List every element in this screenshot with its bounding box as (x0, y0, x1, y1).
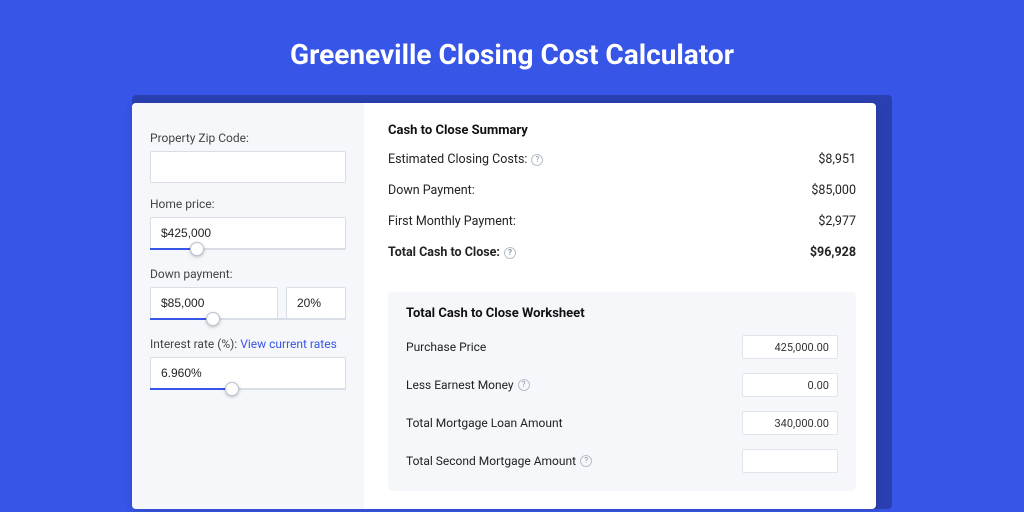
worksheet-row-purchase-price: Purchase Price 425,000.00 (406, 335, 838, 359)
summary-total-label: Total Cash to Close: (388, 245, 500, 260)
worksheet-row-value[interactable]: 425,000.00 (742, 335, 838, 359)
field-down-payment: Down payment: (150, 267, 346, 319)
worksheet-section: Total Cash to Close Worksheet Purchase P… (388, 292, 856, 491)
field-home-price: Home price: (150, 197, 346, 249)
help-icon[interactable]: ? (518, 379, 530, 391)
field-zip: Property Zip Code: (150, 131, 346, 183)
worksheet-title: Total Cash to Close Worksheet (406, 306, 838, 321)
slider-thumb[interactable] (206, 312, 220, 326)
slider-fill (150, 388, 232, 390)
summary-section: Cash to Close Summary Estimated Closing … (388, 123, 856, 276)
summary-row-label: First Monthly Payment: (388, 214, 516, 229)
home-price-label: Home price: (150, 197, 346, 211)
down-payment-label: Down payment: (150, 267, 346, 281)
interest-rate-input[interactable] (150, 357, 346, 389)
summary-row-down-payment: Down Payment: $85,000 (388, 183, 856, 198)
summary-row-value: $2,977 (818, 214, 856, 229)
interest-rate-label: Interest rate (%): View current rates (150, 337, 346, 351)
worksheet-row-value[interactable]: 340,000.00 (742, 411, 838, 435)
worksheet-row-mortgage-amount: Total Mortgage Loan Amount 340,000.00 (406, 411, 838, 435)
summary-row-total: Total Cash to Close: ? $96,928 (388, 245, 856, 260)
summary-row-first-payment: First Monthly Payment: $2,977 (388, 214, 856, 229)
summary-title: Cash to Close Summary (388, 123, 856, 138)
worksheet-row-label: Purchase Price (406, 340, 486, 354)
view-rates-link[interactable]: View current rates (240, 337, 337, 351)
worksheet-row-label: Total Mortgage Loan Amount (406, 416, 563, 430)
worksheet-row-value[interactable]: 0.00 (742, 373, 838, 397)
home-price-input[interactable] (150, 217, 346, 249)
summary-row-value: $8,951 (818, 152, 856, 167)
worksheet-row-earnest-money: Less Earnest Money ? 0.00 (406, 373, 838, 397)
help-icon[interactable]: ? (531, 154, 543, 166)
summary-total-value: $96,928 (810, 245, 856, 260)
slider-thumb[interactable] (190, 242, 204, 256)
help-icon[interactable]: ? (504, 247, 516, 259)
sidebar: Property Zip Code: Home price: Down paym… (132, 103, 364, 509)
summary-row-label: Estimated Closing Costs: (388, 152, 527, 167)
page-title: Greeneville Closing Cost Calculator (0, 0, 1024, 95)
calculator-card: Property Zip Code: Home price: Down paym… (132, 103, 876, 509)
summary-row-value: $85,000 (811, 183, 856, 198)
summary-row-label: Down Payment: (388, 183, 475, 198)
down-payment-pct-input[interactable] (286, 287, 346, 319)
worksheet-row-label: Less Earnest Money (406, 378, 514, 392)
worksheet-row-label: Total Second Mortgage Amount (406, 454, 576, 468)
calculator-shadow: Property Zip Code: Home price: Down paym… (132, 95, 892, 509)
worksheet-row-value[interactable] (742, 449, 838, 473)
slider-thumb[interactable] (225, 382, 239, 396)
main-panel: Cash to Close Summary Estimated Closing … (364, 103, 876, 509)
slider-fill (150, 318, 213, 320)
summary-row-closing-costs: Estimated Closing Costs: ? $8,951 (388, 152, 856, 167)
worksheet-row-second-mortgage: Total Second Mortgage Amount ? (406, 449, 838, 473)
help-icon[interactable]: ? (580, 455, 592, 467)
interest-rate-label-text: Interest rate (%): (150, 337, 237, 351)
zip-label: Property Zip Code: (150, 131, 346, 145)
zip-input[interactable] (150, 151, 346, 183)
field-interest-rate: Interest rate (%): View current rates (150, 337, 346, 389)
